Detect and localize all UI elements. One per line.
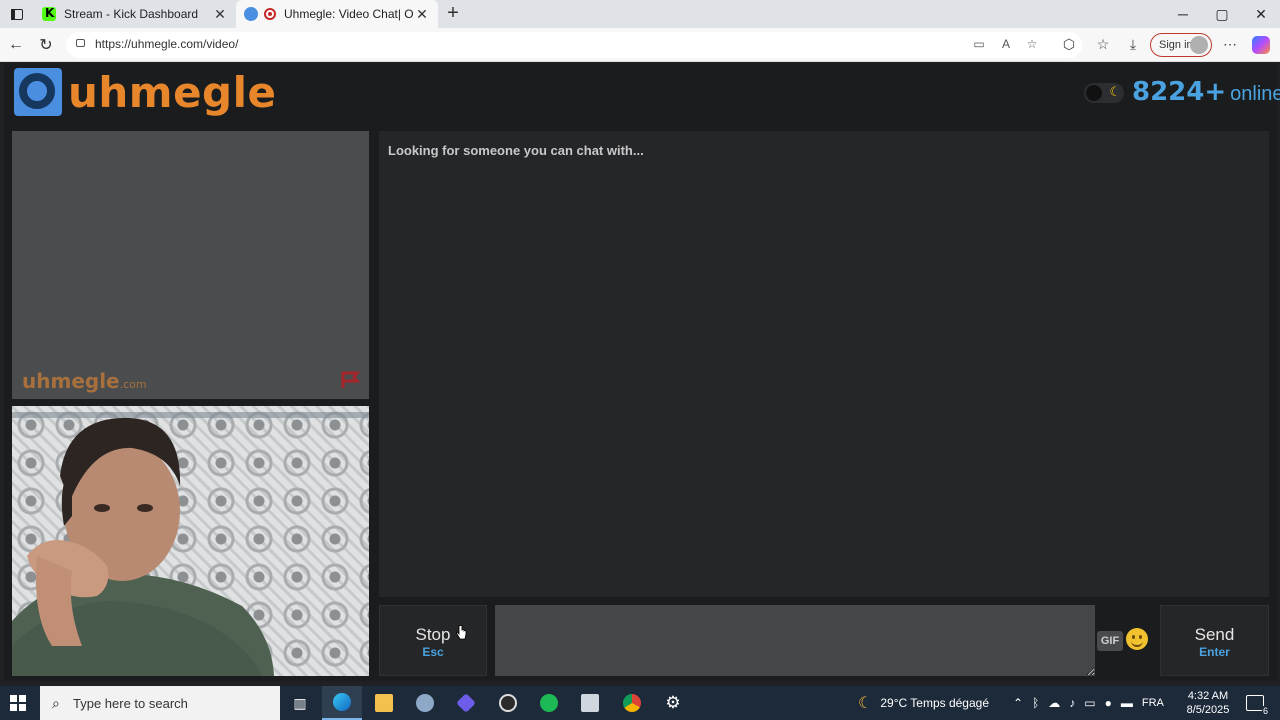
read-aloud-icon[interactable]: A xyxy=(998,37,1014,53)
send-shortcut: Enter xyxy=(1199,645,1230,659)
hand-cursor-icon xyxy=(456,625,467,640)
stranger-video: uhmegle.com xyxy=(12,131,369,399)
uhmegle-page: uhmegle ☾ 8224+ online uhmegle.com Lookin… xyxy=(4,63,1280,681)
tab-uhmegle[interactable]: Uhmegle: Video Chat| Omegle ✕ xyxy=(236,0,438,28)
avatar xyxy=(1190,36,1208,54)
sign-in-label: Sign in xyxy=(1159,39,1193,51)
spotify-icon[interactable] xyxy=(529,686,569,720)
close-window-button[interactable]: ✕ xyxy=(1242,0,1280,28)
tab-kick-dashboard[interactable]: Stream - Kick Dashboard ✕ xyxy=(34,0,236,28)
file-explorer-icon[interactable] xyxy=(364,686,404,720)
task-view-icon[interactable]: ▥ xyxy=(280,686,320,720)
chrome-icon[interactable] xyxy=(612,686,652,720)
edge-app-icon[interactable] xyxy=(322,686,362,720)
reload-button[interactable]: ↻ xyxy=(35,34,57,56)
toggle-knob xyxy=(1086,85,1102,101)
favorites-icon[interactable]: ☆ xyxy=(1094,36,1112,54)
self-video xyxy=(12,406,369,676)
system-tray: ⌃ ᛒ ☁ ♪ ▭ ● ▬ FRA xyxy=(1013,686,1164,720)
extensions-icon[interactable]: ⬡ xyxy=(1060,36,1078,54)
settings-gear-icon[interactable]: ⚙ xyxy=(653,686,693,720)
taskbar-search[interactable]: ⌕ Type here to search xyxy=(40,686,280,720)
volume-icon[interactable]: ♪ xyxy=(1069,696,1075,710)
url-text: https://uhmegle.com/video/ xyxy=(95,37,239,51)
tab-bar: Stream - Kick Dashboard ✕ Uhmegle: Video… xyxy=(0,0,1280,28)
downloads-icon[interactable]: ⤓ xyxy=(1124,36,1142,54)
emoji-icon[interactable] xyxy=(1126,628,1148,650)
app-window-icon[interactable] xyxy=(570,686,610,720)
address-bar: ← ↻ https://uhmegle.com/video/ ▭ A ☆ ⬡ ☆… xyxy=(0,28,1280,62)
logo-icon xyxy=(14,68,64,116)
new-tab-button[interactable]: + xyxy=(442,3,464,25)
tab-title: Stream - Kick Dashboard xyxy=(64,7,199,21)
report-flag-icon[interactable] xyxy=(340,371,362,389)
clock-time: 4:32 AM xyxy=(1187,690,1229,702)
dark-mode-toggle[interactable]: ☾ xyxy=(1084,83,1124,103)
battery-icon[interactable]: ▬ xyxy=(1121,696,1133,710)
taskbar: ⌕ Type here to search ▥ ⚙ ☾ 29°C Temps d… xyxy=(0,686,1280,720)
stop-button[interactable]: Stop Esc xyxy=(379,605,487,676)
more-options-icon[interactable]: ⋯ xyxy=(1221,36,1239,54)
gif-button[interactable]: GIF xyxy=(1097,631,1123,651)
search-icon: ⌕ xyxy=(52,695,60,711)
send-button[interactable]: Send Enter xyxy=(1160,605,1269,676)
notification-count: 6 xyxy=(1261,706,1269,716)
online-label: online xyxy=(1230,83,1280,105)
moon-weather-icon: ☾ xyxy=(858,695,873,712)
moon-icon: ☾ xyxy=(1109,84,1121,99)
app-diamond-icon[interactable] xyxy=(446,686,486,720)
tab-actions-icon[interactable] xyxy=(6,4,28,24)
bluetooth-icon[interactable]: ᛒ xyxy=(1032,696,1039,710)
sign-in-button[interactable]: Sign in xyxy=(1150,33,1212,57)
clock[interactable]: 4:32 AM 8/5/2025 xyxy=(1180,689,1236,717)
minimize-button[interactable]: ─ xyxy=(1164,0,1202,28)
stop-label: Stop xyxy=(415,625,451,644)
close-tab-icon[interactable]: ✕ xyxy=(414,6,430,23)
copilot-icon[interactable] xyxy=(1252,36,1270,54)
tab-title: Uhmegle: Video Chat| Omegle xyxy=(284,7,414,21)
microphone-icon[interactable]: ● xyxy=(1105,696,1112,710)
back-button[interactable]: ← xyxy=(5,34,27,56)
camera-icon[interactable]: ▭ xyxy=(971,37,987,53)
language-indicator[interactable]: FRA xyxy=(1142,697,1164,709)
tab-group-icon xyxy=(244,7,258,21)
stop-shortcut: Esc xyxy=(422,645,444,659)
online-count: 8224+ xyxy=(1132,77,1227,107)
weather-text: 29°C Temps dégagé xyxy=(880,696,989,710)
recording-icon xyxy=(264,8,276,20)
url-field[interactable]: https://uhmegle.com/video/ ▭ A ☆ xyxy=(66,32,1082,58)
send-label: Send xyxy=(1194,625,1235,644)
kick-favicon-icon xyxy=(42,6,56,21)
weather-widget[interactable]: ☾ 29°C Temps dégagé xyxy=(858,686,989,720)
message-input[interactable] xyxy=(495,605,1095,676)
search-placeholder: Type here to search xyxy=(73,696,188,711)
chevron-up-icon[interactable]: ⌃ xyxy=(1013,696,1023,710)
logo-text: uhmegle xyxy=(68,67,277,117)
chat-log: Looking for someone you can chat with... xyxy=(379,131,1269,597)
close-tab-icon[interactable]: ✕ xyxy=(212,6,228,23)
browser-app-icon[interactable] xyxy=(405,686,445,720)
favorite-star-icon[interactable]: ☆ xyxy=(1024,37,1040,53)
video-watermark: uhmegle.com xyxy=(22,369,147,393)
online-counter: 8224+ online xyxy=(1132,77,1280,107)
network-icon[interactable]: ▭ xyxy=(1084,696,1095,710)
windows-start-icon[interactable] xyxy=(10,695,26,711)
obs-app-icon[interactable] xyxy=(488,686,528,720)
notification-icon[interactable]: 6 xyxy=(1246,695,1269,716)
chat-status: Looking for someone you can chat with... xyxy=(388,143,644,158)
webcam-person xyxy=(12,417,274,676)
cloud-icon[interactable]: ☁ xyxy=(1048,696,1060,710)
site-logo[interactable]: uhmegle xyxy=(14,67,277,117)
clock-date: 8/5/2025 xyxy=(1186,704,1230,716)
maximize-button[interactable]: ▢ xyxy=(1203,0,1241,28)
lock-icon xyxy=(76,39,85,47)
